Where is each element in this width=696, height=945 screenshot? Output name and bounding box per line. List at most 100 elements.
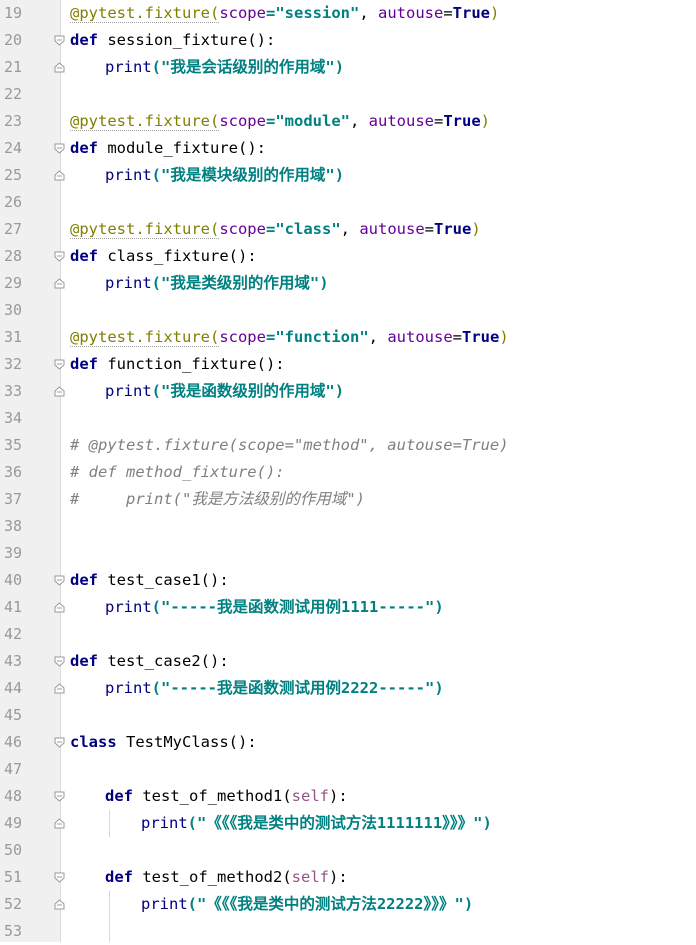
keyword-token: def [105, 868, 133, 886]
line-number: 32 [4, 355, 23, 373]
line-number: 19 [4, 4, 23, 22]
fold-collapse-icon[interactable] [54, 737, 65, 748]
punct-token: , [350, 112, 369, 130]
code-line-25[interactable]: print("我是模块级别的作用域") [105, 162, 344, 189]
line-number: 21 [4, 58, 23, 76]
string-token: ") [425, 598, 444, 616]
decorator-token: ) [471, 220, 481, 238]
string-token: (" [151, 679, 171, 697]
self-token: self [291, 787, 329, 805]
decorator-token: ) [480, 112, 491, 130]
string-token: class [284, 220, 332, 238]
string-token: (" [151, 382, 171, 400]
fold-end-icon[interactable] [54, 899, 65, 910]
code-line-49[interactable]: print("《《《我是类中的测试方法1111111》》》") [141, 810, 492, 837]
builtin-token: print [141, 895, 188, 913]
string-token: (" [187, 814, 207, 832]
line-number: 40 [4, 571, 23, 589]
line-number: 22 [4, 85, 23, 103]
punct-token: (): [200, 652, 229, 670]
param-token: autouse [368, 112, 434, 130]
param-token: scope [219, 112, 266, 130]
fold-end-icon[interactable] [54, 683, 65, 694]
string-token: ") [325, 382, 345, 400]
string-token: 我是函数级别的作用域 [170, 382, 326, 400]
line-number: 45 [4, 706, 23, 724]
fold-end-icon[interactable] [54, 386, 65, 397]
string-token: 我是模块级别的作用域 [170, 166, 326, 184]
function-name: class_fixture [98, 247, 229, 265]
punct-token: = [443, 4, 453, 22]
string-token: (" [151, 58, 171, 76]
code-line-29[interactable]: print("我是类级别的作用域") [105, 270, 329, 297]
fold-collapse-icon[interactable] [54, 575, 65, 586]
code-line-28[interactable]: def class_fixture(): [70, 243, 257, 270]
keyword-token: def [70, 355, 98, 373]
code-line-37[interactable]: # print("我是方法级别的作用域") [70, 486, 365, 513]
code-line-40[interactable]: def test_case1(): [70, 567, 229, 594]
line-number: 44 [4, 679, 23, 697]
keyword-token: def [70, 247, 98, 265]
punct-token: , [359, 4, 378, 22]
fold-end-icon[interactable] [54, 818, 65, 829]
fold-collapse-icon[interactable] [54, 656, 65, 667]
function-name: test_of_method2 [133, 868, 283, 886]
code-line-31[interactable]: @pytest.fixture(scope="function", autous… [70, 324, 509, 351]
punct-token: ): [328, 787, 348, 805]
punct-token: (): [228, 247, 257, 265]
string-token: (" [151, 166, 171, 184]
param-token: scope [219, 328, 266, 346]
code-line-36[interactable]: # def method_fixture(): [70, 459, 285, 486]
code-line-21[interactable]: print("我是会话级别的作用域") [105, 54, 344, 81]
string-token: ") [454, 895, 474, 913]
fold-end-icon[interactable] [54, 62, 65, 73]
decorator-token: @pytest.fixture( [70, 112, 220, 131]
code-line-23[interactable]: @pytest.fixture(scope="module", autouse=… [70, 108, 490, 135]
fold-collapse-icon[interactable] [54, 251, 65, 262]
line-number: 43 [4, 652, 23, 670]
fold-end-icon[interactable] [54, 278, 65, 289]
punct-token: (): [256, 355, 285, 373]
fold-end-icon[interactable] [54, 602, 65, 613]
string-token: -----我是函数测试用例1111----- [170, 598, 425, 616]
code-line-51[interactable]: def test_of_method2(self): [105, 864, 348, 891]
code-line-33[interactable]: print("我是函数级别的作用域") [105, 378, 344, 405]
function-name: test_case1 [98, 571, 201, 589]
fold-collapse-icon[interactable] [54, 872, 65, 883]
fold-end-icon[interactable] [54, 170, 65, 181]
builtin-token: print [105, 166, 152, 184]
code-line-35[interactable]: # @pytest.fixture(scope="method", autous… [70, 432, 509, 459]
line-number: 41 [4, 598, 23, 616]
function-name: test_case2 [98, 652, 201, 670]
line-number: 48 [4, 787, 23, 805]
line-number: 34 [4, 409, 23, 427]
code-line-27[interactable]: @pytest.fixture(scope="class", autouse=T… [70, 216, 481, 243]
code-line-41[interactable]: print("-----我是函数测试用例1111-----") [105, 594, 444, 621]
string-token: 《《《我是类中的测试方法22222》》》 [206, 895, 455, 913]
punct-token: , [368, 328, 388, 346]
string-token: =" [265, 112, 285, 130]
code-line-44[interactable]: print("-----我是函数测试用例2222-----") [105, 675, 444, 702]
code-line-43[interactable]: def test_case2(): [70, 648, 229, 675]
string-token: module [284, 112, 341, 130]
string-token: (" [151, 274, 171, 292]
punct-token: ( [282, 868, 292, 886]
decorator-token: @pytest.fixture( [70, 4, 220, 23]
class-name: TestMyClass [116, 733, 229, 751]
fold-collapse-icon[interactable] [54, 143, 65, 154]
self-token: self [291, 868, 329, 886]
code-line-24[interactable]: def module_fixture(): [70, 135, 266, 162]
code-line-32[interactable]: def function_fixture(): [70, 351, 285, 378]
code-editor[interactable]: 19 20 21 22 23 24 25 26 27 28 29 30 31 3… [0, 0, 696, 942]
code-line-46[interactable]: class TestMyClass(): [70, 729, 257, 756]
punct-token: (): [247, 31, 276, 49]
fold-collapse-icon[interactable] [54, 359, 65, 370]
fold-collapse-icon[interactable] [54, 791, 65, 802]
fold-collapse-icon[interactable] [54, 35, 65, 46]
code-line-19[interactable]: @pytest.fixture(scope="session", autouse… [70, 0, 499, 27]
code-line-20[interactable]: def session_fixture(): [70, 27, 275, 54]
code-line-48[interactable]: def test_of_method1(self): [105, 783, 348, 810]
keyword-token: True [462, 328, 500, 346]
string-token: 我是会话级别的作用域 [170, 58, 326, 76]
code-line-52[interactable]: print("《《《我是类中的测试方法22222》》》") [141, 891, 473, 918]
